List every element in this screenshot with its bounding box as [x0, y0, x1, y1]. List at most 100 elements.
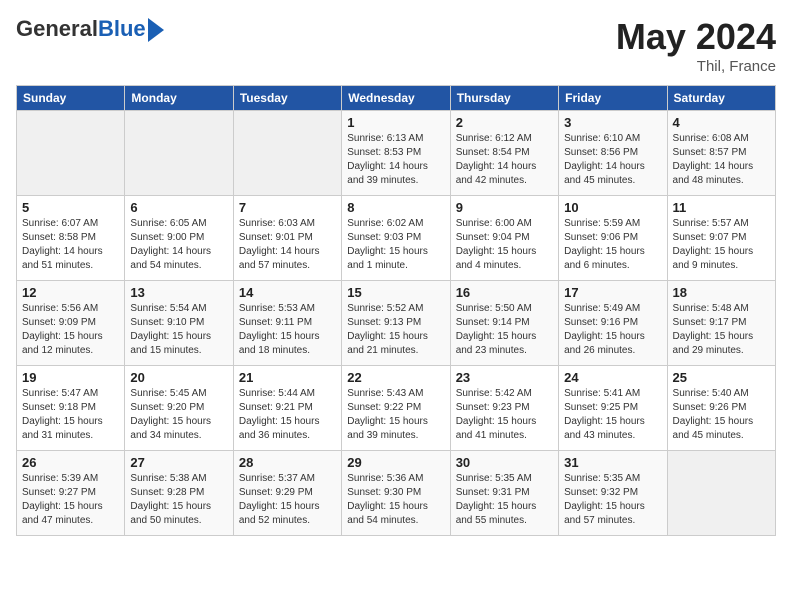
day-number: 6: [130, 200, 227, 215]
calendar-cell: 10 Sunrise: 5:59 AM Sunset: 9:06 PM Dayli…: [559, 196, 667, 281]
cell-info: Sunrise: 5:49 AM Sunset: 9:16 PM Dayligh…: [564, 302, 661, 358]
calendar-cell: 19 Sunrise: 5:47 AM Sunset: 9:18 PM Dayli…: [17, 366, 125, 451]
day-number: 24: [564, 370, 661, 385]
day-number: 27: [130, 455, 227, 470]
cell-info: Sunrise: 6:10 AM Sunset: 8:56 PM Dayligh…: [564, 132, 661, 188]
calendar-cell: 13 Sunrise: 5:54 AM Sunset: 9:10 PM Dayli…: [125, 281, 233, 366]
day-header-tuesday: Tuesday: [233, 86, 341, 111]
day-number: 13: [130, 285, 227, 300]
calendar-cell: 7Sunrise: 6:03 AM Sunset: 9:01 PM Daylig…: [233, 196, 341, 281]
calendar-cell: 9 Sunrise: 6:00 AM Sunset: 9:04 PM Daylig…: [450, 196, 558, 281]
calendar-cell: 15Sunrise: 5:52 AM Sunset: 9:13 PM Dayli…: [342, 281, 450, 366]
title-block: May 2024 Thil, France: [616, 16, 776, 75]
day-number: 23: [456, 370, 553, 385]
calendar-cell: 3 Sunrise: 6:10 AM Sunset: 8:56 PM Daylig…: [559, 111, 667, 196]
cell-info: Sunrise: 5:45 AM Sunset: 9:20 PM Dayligh…: [130, 387, 227, 443]
day-header-monday: Monday: [125, 86, 233, 111]
cell-info: Sunrise: 5:57 AM Sunset: 9:07 PM Dayligh…: [673, 217, 770, 273]
day-number: 22: [347, 370, 444, 385]
cell-info: Sunrise: 6:07 AM Sunset: 8:58 PM Dayligh…: [22, 217, 119, 273]
cell-info: Sunrise: 5:42 AM Sunset: 9:23 PM Dayligh…: [456, 387, 553, 443]
calendar-cell: 24 Sunrise: 5:41 AM Sunset: 9:25 PM Dayli…: [559, 366, 667, 451]
calendar-cell: 2 Sunrise: 6:12 AM Sunset: 8:54 PM Daylig…: [450, 111, 558, 196]
calendar-cell: 20 Sunrise: 5:45 AM Sunset: 9:20 PM Dayli…: [125, 366, 233, 451]
day-number: 10: [564, 200, 661, 215]
day-number: 5: [22, 200, 119, 215]
day-number: 4: [673, 115, 770, 130]
calendar-cell: 21 Sunrise: 5:44 AM Sunset: 9:21 PM Dayli…: [233, 366, 341, 451]
calendar-cell: 27 Sunrise: 5:38 AM Sunset: 9:28 PM Dayli…: [125, 451, 233, 536]
calendar-table: SundayMondayTuesdayWednesdayThursdayFrid…: [16, 85, 776, 536]
day-number: 20: [130, 370, 227, 385]
cell-info: Sunrise: 5:35 AM Sunset: 9:31 PM Dayligh…: [456, 472, 553, 528]
calendar-cell: 17 Sunrise: 5:49 AM Sunset: 9:16 PM Dayli…: [559, 281, 667, 366]
day-number: 25: [673, 370, 770, 385]
cell-info: Sunrise: 5:54 AM Sunset: 9:10 PM Dayligh…: [130, 302, 227, 358]
cell-info: Sunrise: 6:08 AM Sunset: 8:57 PM Dayligh…: [673, 132, 770, 188]
day-number: 3: [564, 115, 661, 130]
day-number: 17: [564, 285, 661, 300]
day-header-friday: Friday: [559, 86, 667, 111]
cell-info: Sunrise: 5:35 AM Sunset: 9:32 PM Dayligh…: [564, 472, 661, 528]
cell-info: Sunrise: 6:12 AM Sunset: 8:54 PM Dayligh…: [456, 132, 553, 188]
day-number: 14: [239, 285, 336, 300]
calendar-cell: 12Sunrise: 5:56 AM Sunset: 9:09 PM Dayli…: [17, 281, 125, 366]
calendar-cell: 22Sunrise: 5:43 AM Sunset: 9:22 PM Dayli…: [342, 366, 450, 451]
cell-info: Sunrise: 6:13 AM Sunset: 8:53 PM Dayligh…: [347, 132, 444, 188]
day-number: 19: [22, 370, 119, 385]
day-number: 1: [347, 115, 444, 130]
day-number: 31: [564, 455, 661, 470]
cell-info: Sunrise: 5:52 AM Sunset: 9:13 PM Dayligh…: [347, 302, 444, 358]
cell-info: Sunrise: 6:02 AM Sunset: 9:03 PM Dayligh…: [347, 217, 444, 273]
day-number: 8: [347, 200, 444, 215]
calendar-cell: 18Sunrise: 5:48 AM Sunset: 9:17 PM Dayli…: [667, 281, 775, 366]
day-number: 21: [239, 370, 336, 385]
day-header-sunday: Sunday: [17, 86, 125, 111]
logo-general: General: [16, 16, 98, 41]
day-number: 16: [456, 285, 553, 300]
cell-info: Sunrise: 5:40 AM Sunset: 9:26 PM Dayligh…: [673, 387, 770, 443]
logo-blue-text: Blue: [98, 16, 146, 41]
month-year-title: May 2024: [616, 16, 776, 58]
cell-info: Sunrise: 5:41 AM Sunset: 9:25 PM Dayligh…: [564, 387, 661, 443]
calendar-cell: 4 Sunrise: 6:08 AM Sunset: 8:57 PM Daylig…: [667, 111, 775, 196]
day-number: 9: [456, 200, 553, 215]
cell-info: Sunrise: 5:47 AM Sunset: 9:18 PM Dayligh…: [22, 387, 119, 443]
cell-info: Sunrise: 5:37 AM Sunset: 9:29 PM Dayligh…: [239, 472, 336, 528]
cell-info: Sunrise: 5:50 AM Sunset: 9:14 PM Dayligh…: [456, 302, 553, 358]
day-header-wednesday: Wednesday: [342, 86, 450, 111]
cell-info: Sunrise: 6:00 AM Sunset: 9:04 PM Dayligh…: [456, 217, 553, 273]
cell-info: Sunrise: 5:56 AM Sunset: 9:09 PM Dayligh…: [22, 302, 119, 358]
calendar-cell: 16 Sunrise: 5:50 AM Sunset: 9:14 PM Dayli…: [450, 281, 558, 366]
calendar-cell: 31 Sunrise: 5:35 AM Sunset: 9:32 PM Dayli…: [559, 451, 667, 536]
logo-arrow-icon: [148, 18, 164, 42]
day-number: 18: [673, 285, 770, 300]
calendar-cell: [667, 451, 775, 536]
cell-info: Sunrise: 5:59 AM Sunset: 9:06 PM Dayligh…: [564, 217, 661, 273]
day-number: 30: [456, 455, 553, 470]
calendar-cell: [17, 111, 125, 196]
calendar-cell: 1 Sunrise: 6:13 AM Sunset: 8:53 PM Daylig…: [342, 111, 450, 196]
calendar-cell: 8 Sunrise: 6:02 AM Sunset: 9:03 PM Daylig…: [342, 196, 450, 281]
cell-info: Sunrise: 5:38 AM Sunset: 9:28 PM Dayligh…: [130, 472, 227, 528]
calendar-cell: 23 Sunrise: 5:42 AM Sunset: 9:23 PM Dayli…: [450, 366, 558, 451]
day-header-saturday: Saturday: [667, 86, 775, 111]
cell-info: Sunrise: 6:03 AM Sunset: 9:01 PM Dayligh…: [239, 217, 336, 273]
calendar-cell: 11 Sunrise: 5:57 AM Sunset: 9:07 PM Dayli…: [667, 196, 775, 281]
cell-info: Sunrise: 5:39 AM Sunset: 9:27 PM Dayligh…: [22, 472, 119, 528]
logo: GeneralBlue: [16, 16, 164, 42]
calendar-cell: 6Sunrise: 6:05 AM Sunset: 9:00 PM Daylig…: [125, 196, 233, 281]
calendar-cell: 30 Sunrise: 5:35 AM Sunset: 9:31 PM Dayli…: [450, 451, 558, 536]
calendar-cell: 28Sunrise: 5:37 AM Sunset: 9:29 PM Dayli…: [233, 451, 341, 536]
day-number: 2: [456, 115, 553, 130]
page-header: GeneralBlue May 2024 Thil, France: [16, 16, 776, 75]
cell-info: Sunrise: 5:44 AM Sunset: 9:21 PM Dayligh…: [239, 387, 336, 443]
day-number: 29: [347, 455, 444, 470]
calendar-cell: 26Sunrise: 5:39 AM Sunset: 9:27 PM Dayli…: [17, 451, 125, 536]
calendar-cell: 5 Sunrise: 6:07 AM Sunset: 8:58 PM Daylig…: [17, 196, 125, 281]
day-number: 11: [673, 200, 770, 215]
calendar-cell: [125, 111, 233, 196]
day-header-thursday: Thursday: [450, 86, 558, 111]
cell-info: Sunrise: 5:36 AM Sunset: 9:30 PM Dayligh…: [347, 472, 444, 528]
location-subtitle: Thil, France: [616, 58, 776, 75]
